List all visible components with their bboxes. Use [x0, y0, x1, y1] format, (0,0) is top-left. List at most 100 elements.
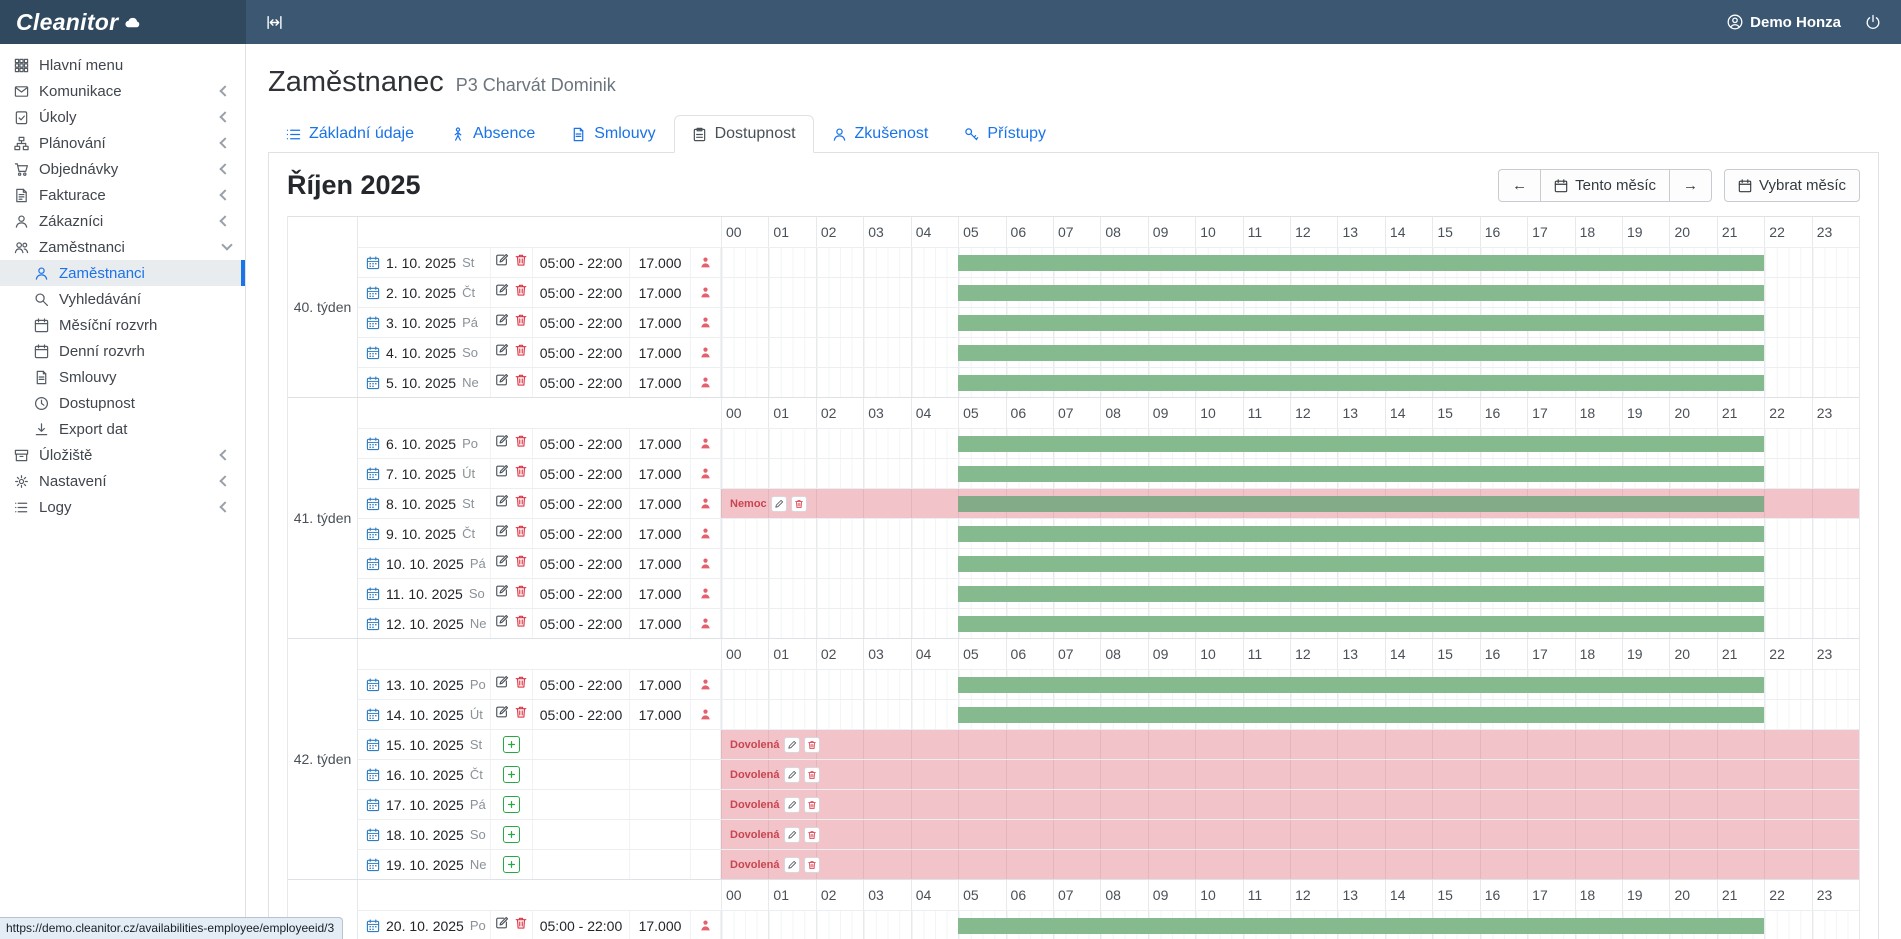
sidebar-item-objednavky[interactable]: Objednávky: [0, 156, 245, 182]
trash-icon[interactable]: [804, 767, 820, 783]
person-icon[interactable]: [699, 557, 712, 570]
person-icon[interactable]: [699, 346, 712, 359]
trash-icon[interactable]: [514, 584, 528, 603]
calendar-icon[interactable]: [366, 437, 380, 451]
calendar-icon[interactable]: [366, 256, 380, 270]
availability-bar[interactable]: [958, 707, 1764, 723]
availability-bar[interactable]: [958, 677, 1764, 693]
trash-icon[interactable]: [514, 494, 528, 513]
person-icon[interactable]: [699, 316, 712, 329]
availability-bar[interactable]: [958, 526, 1764, 542]
sidebar-item-hlavni-menu[interactable]: Hlavní menu: [0, 52, 245, 78]
trash-icon[interactable]: [514, 705, 528, 724]
edit-icon[interactable]: [495, 464, 509, 483]
calendar-icon[interactable]: [366, 678, 380, 692]
edit-icon[interactable]: [495, 524, 509, 543]
availability-bar[interactable]: [958, 586, 1764, 602]
trash-icon[interactable]: [514, 675, 528, 694]
calendar-icon[interactable]: [366, 919, 380, 933]
availability-bar[interactable]: [958, 496, 1764, 512]
sidebar-item-smlouvy[interactable]: Smlouvy: [0, 364, 245, 390]
trash-icon[interactable]: [791, 496, 807, 512]
edit-icon[interactable]: [771, 496, 787, 512]
person-icon[interactable]: [699, 708, 712, 721]
trash-icon[interactable]: [804, 737, 820, 753]
calendar-icon[interactable]: [366, 316, 380, 330]
calendar-icon[interactable]: [366, 527, 380, 541]
trash-icon[interactable]: [514, 253, 528, 272]
edit-icon[interactable]: [495, 494, 509, 513]
availability-bar[interactable]: [958, 436, 1764, 452]
calendar-icon[interactable]: [366, 346, 380, 360]
person-icon[interactable]: [699, 919, 712, 932]
edit-icon[interactable]: [495, 253, 509, 272]
edit-icon[interactable]: [495, 373, 509, 392]
availability-bar[interactable]: [958, 616, 1764, 632]
edit-icon[interactable]: [784, 737, 800, 753]
calendar-icon[interactable]: [366, 828, 380, 842]
tab-dostupnost[interactable]: Dostupnost: [674, 115, 814, 153]
availability-bar[interactable]: [958, 255, 1764, 271]
calendar-icon[interactable]: [366, 708, 380, 722]
edit-icon[interactable]: [784, 827, 800, 843]
edit-icon[interactable]: [495, 283, 509, 302]
calendar-icon[interactable]: [366, 798, 380, 812]
add-availability-button[interactable]: [503, 736, 520, 753]
sidebar-item-uloziste[interactable]: Úložiště: [0, 442, 245, 468]
person-icon[interactable]: [699, 437, 712, 450]
sidebar-item-fakturace[interactable]: Fakturace: [0, 182, 245, 208]
calendar-icon[interactable]: [366, 768, 380, 782]
sidebar-item-ukoly[interactable]: Úkoly: [0, 104, 245, 130]
edit-icon[interactable]: [495, 705, 509, 724]
tab-smlouvy[interactable]: Smlouvy: [553, 115, 673, 153]
tab-zkusenost[interactable]: Zkušenost: [814, 115, 947, 153]
tab-absence[interactable]: Absence: [432, 115, 553, 153]
sidebar-item-nastaveni[interactable]: Nastavení: [0, 468, 245, 494]
sidebar-item-vyhledavani[interactable]: Vyhledávání: [0, 286, 245, 312]
add-availability-button[interactable]: [503, 796, 520, 813]
availability-bar[interactable]: [958, 315, 1764, 331]
user-menu[interactable]: Demo Honza: [1727, 14, 1841, 31]
edit-icon[interactable]: [784, 767, 800, 783]
trash-icon[interactable]: [514, 434, 528, 453]
calendar-icon[interactable]: [366, 587, 380, 601]
calendar-icon[interactable]: [366, 286, 380, 300]
trash-icon[interactable]: [514, 373, 528, 392]
power-icon[interactable]: [1865, 14, 1881, 30]
edit-icon[interactable]: [495, 434, 509, 453]
trash-icon[interactable]: [514, 313, 528, 332]
edit-icon[interactable]: [784, 857, 800, 873]
calendar-icon[interactable]: [366, 467, 380, 481]
availability-bar[interactable]: [958, 466, 1764, 482]
availability-bar[interactable]: [958, 556, 1764, 572]
edit-icon[interactable]: [495, 614, 509, 633]
tab-pristupy[interactable]: Přístupy: [946, 115, 1064, 153]
prev-month-button[interactable]: ←: [1498, 169, 1541, 202]
sidebar-item-dostupnost[interactable]: Dostupnost: [0, 390, 245, 416]
availability-bar[interactable]: [958, 918, 1764, 934]
sidebar-item-zamestnanci[interactable]: Zaměstnanci: [0, 260, 245, 286]
add-availability-button[interactable]: [503, 826, 520, 843]
edit-icon[interactable]: [495, 916, 509, 935]
sidebar-toggle-icon[interactable]: [266, 14, 283, 31]
edit-icon[interactable]: [784, 797, 800, 813]
availability-bar[interactable]: [958, 375, 1764, 391]
person-icon[interactable]: [699, 587, 712, 600]
sidebar-item-zamestnanci[interactable]: Zaměstnanci: [0, 234, 245, 260]
edit-icon[interactable]: [495, 313, 509, 332]
calendar-icon[interactable]: [366, 617, 380, 631]
edit-icon[interactable]: [495, 343, 509, 362]
add-availability-button[interactable]: [503, 856, 520, 873]
sidebar-item-mesicni-rozvrh[interactable]: Měsíční rozvrh: [0, 312, 245, 338]
add-availability-button[interactable]: [503, 766, 520, 783]
edit-icon[interactable]: [495, 675, 509, 694]
sidebar-item-logy[interactable]: Logy: [0, 494, 245, 520]
sidebar-item-komunikace[interactable]: Komunikace: [0, 78, 245, 104]
trash-icon[interactable]: [514, 283, 528, 302]
calendar-icon[interactable]: [366, 376, 380, 390]
next-month-button[interactable]: →: [1669, 169, 1712, 202]
sidebar-item-export-dat[interactable]: Export dat: [0, 416, 245, 442]
sidebar-item-denni-rozvrh[interactable]: Denní rozvrh: [0, 338, 245, 364]
edit-icon[interactable]: [495, 584, 509, 603]
sidebar-item-zakaznici[interactable]: Zákazníci: [0, 208, 245, 234]
